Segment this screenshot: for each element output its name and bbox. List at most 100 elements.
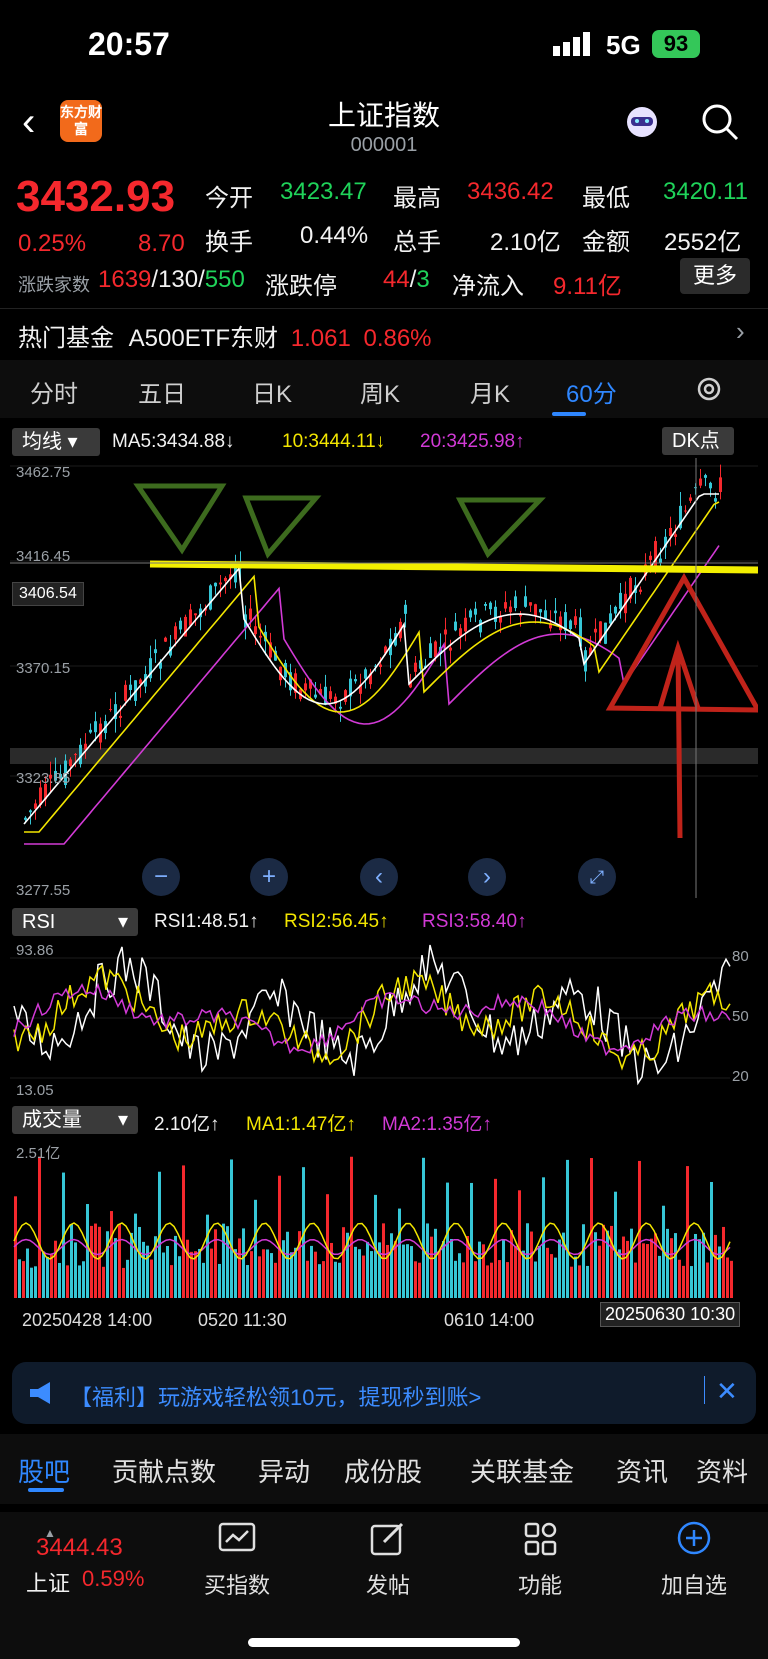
candle-body [539, 609, 542, 613]
chart-bg [10, 458, 758, 898]
y-axis-top: 3462.75 [16, 464, 71, 481]
promo-text[interactable]: 【福利】玩游戏轻松领10元，提现秒到账> [70, 1380, 481, 1412]
tab-movement[interactable]: 异动 [258, 1452, 310, 1489]
volume-bar [186, 1239, 189, 1298]
zoom-out-button[interactable]: − [142, 858, 180, 896]
tab-60min[interactable]: 60分 [566, 374, 617, 409]
candle-body [489, 602, 492, 610]
search-icon[interactable] [700, 102, 740, 142]
fullscreen-icon[interactable]: ⤢ [578, 858, 616, 896]
tab-daily[interactable]: 日K [252, 374, 292, 409]
rsi-indicator-select[interactable]: RSI ▾ [12, 908, 138, 936]
volume-bar [82, 1261, 85, 1298]
candle-body [684, 510, 687, 512]
index-price[interactable]: 3444.43 [36, 1534, 123, 1562]
scroll-left-button[interactable]: ‹ [360, 858, 398, 896]
tab-intraday[interactable]: 分时 [30, 374, 78, 409]
volume-bar [390, 1233, 393, 1298]
volume-bar [658, 1255, 661, 1298]
volume-bar [570, 1266, 573, 1298]
candle-body [124, 684, 127, 701]
volume-bar [566, 1159, 569, 1298]
tab-constituents[interactable]: 成份股 [344, 1452, 422, 1489]
tab-profile[interactable]: 资料 [696, 1452, 748, 1489]
tab-news[interactable]: 资讯 [616, 1452, 668, 1489]
tab-five-day[interactable]: 五日 [138, 374, 186, 409]
ma-indicator-select[interactable]: 均线 ▾ [12, 428, 100, 456]
crosshair-time: 20250630 10:30 [600, 1302, 741, 1327]
rsi-chart[interactable] [10, 938, 758, 1098]
rsi-y-top: 93.86 [16, 942, 54, 959]
volume-bar [446, 1182, 449, 1298]
candle-body [534, 604, 537, 617]
hot-fund-row[interactable]: 热门基金 A500ETF东财 1.061 0.86% [18, 318, 432, 353]
candle-body [544, 610, 547, 619]
volume-bar [722, 1226, 725, 1298]
candle-body [209, 585, 212, 610]
add-watchlist-button[interactable]: 加自选 [644, 1568, 744, 1600]
candle-body [714, 498, 717, 502]
post-edit-icon[interactable] [370, 1522, 406, 1556]
add-watchlist-icon[interactable] [676, 1520, 712, 1556]
candle-body [164, 637, 167, 642]
candle-body [354, 679, 357, 682]
netflow-value: 9.11亿 [553, 273, 622, 300]
y-axis-2: 3416.45 [16, 548, 71, 565]
scroll-right-button[interactable]: › [468, 858, 506, 896]
volume-bar [334, 1261, 337, 1298]
settings-gear-icon[interactable] [694, 374, 724, 404]
ma20-label: 20:3425.98↑ [420, 431, 525, 452]
tab-related-funds[interactable]: 关联基金 [470, 1452, 574, 1489]
volume-indicator-select[interactable]: 成交量 ▾ [12, 1106, 138, 1134]
volume-bar [642, 1243, 645, 1298]
candle-body [524, 596, 527, 607]
turnover-value: 0.44% [300, 222, 369, 249]
volume-bar [318, 1264, 321, 1298]
volume-bar [586, 1265, 589, 1298]
dk-point-toggle[interactable]: DK点 [662, 427, 734, 455]
buy-index-button[interactable]: 买指数 [187, 1568, 287, 1600]
more-button[interactable]: 更多 [680, 258, 750, 294]
chevron-right-icon[interactable]: › [736, 316, 745, 347]
volume-bar [498, 1260, 501, 1298]
zoom-in-button[interactable]: + [250, 858, 288, 896]
volume-chart[interactable] [10, 1138, 758, 1300]
volume-bar [442, 1241, 445, 1298]
volume-bar [414, 1261, 417, 1298]
tab-guba[interactable]: 股吧 [18, 1452, 70, 1489]
volume-bar [410, 1246, 413, 1298]
change-pct: 0.25% [18, 230, 87, 257]
function-button[interactable]: 功能 [490, 1568, 590, 1600]
volume-bar [286, 1231, 289, 1298]
battery-icon: 93 [652, 30, 700, 58]
change-value: 8.70 [138, 230, 185, 257]
function-grid-icon[interactable] [524, 1522, 558, 1556]
volume-bar [138, 1226, 141, 1298]
active-subtab-indicator [28, 1488, 64, 1492]
volume-bar [602, 1224, 605, 1298]
assistant-robot-icon[interactable] [622, 104, 662, 140]
candlestick-chart[interactable] [10, 458, 758, 898]
volume-bar [274, 1262, 277, 1298]
current-price: 3432.93 [16, 172, 176, 221]
volume-bar [394, 1241, 397, 1298]
candle-body [494, 606, 497, 622]
close-icon[interactable]: ✕ [716, 1376, 738, 1407]
tab-contribution[interactable]: 贡献点数 [112, 1452, 216, 1489]
volume-bar [66, 1265, 69, 1298]
volume-bar [122, 1267, 125, 1298]
post-button[interactable]: 发帖 [338, 1568, 438, 1600]
volume-bar [682, 1265, 685, 1298]
volume-bar [306, 1260, 309, 1298]
buy-index-icon[interactable] [218, 1522, 256, 1556]
rsi2-label: RSI2:56.45↑ [284, 911, 389, 932]
tab-monthly[interactable]: 月K [470, 374, 510, 409]
candle-body [594, 628, 597, 633]
volume-bar [546, 1247, 549, 1298]
low-label: 最低 [582, 185, 630, 212]
volume-bar [266, 1249, 269, 1298]
signal-icon [553, 32, 590, 56]
tab-weekly[interactable]: 周K [360, 374, 400, 409]
volume-bar [606, 1230, 609, 1298]
volume-bar [714, 1234, 717, 1298]
